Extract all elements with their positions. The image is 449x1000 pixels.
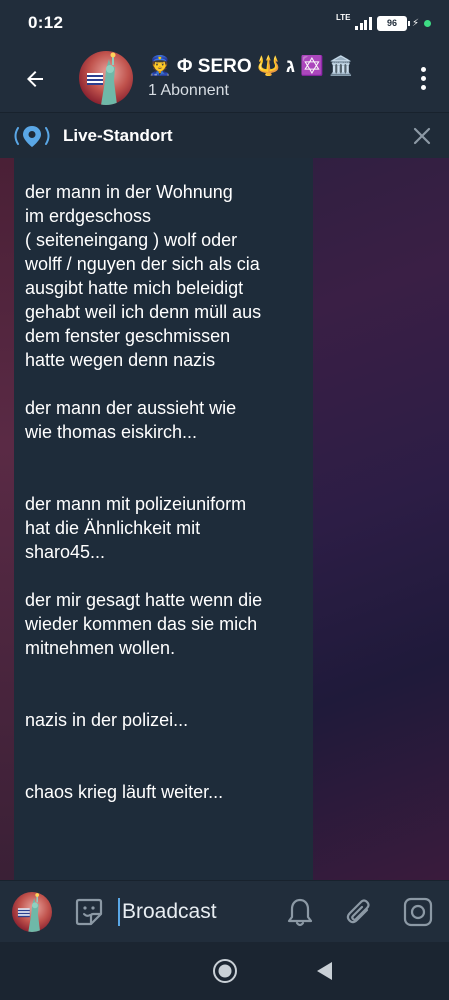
charging-icon: ⚡	[411, 17, 419, 29]
channel-avatar[interactable]	[79, 51, 133, 105]
broadcast-input[interactable]: Broadcast	[118, 898, 268, 926]
location-pin-icon	[14, 126, 50, 147]
paperclip-icon[interactable]	[343, 896, 375, 928]
message-paragraph: nazis in der polizei...	[25, 710, 189, 730]
menu-dot	[420, 75, 426, 81]
back-button[interactable]	[20, 64, 50, 94]
menu-dot	[420, 84, 426, 90]
close-icon[interactable]	[411, 125, 433, 147]
live-location-label: Live-Standort	[63, 126, 173, 145]
message-paragraph: der mann mit polizeiuniform hat die Ähnl…	[25, 494, 247, 562]
signal-icon	[355, 16, 372, 30]
status-bar: 0:12 LTE 96 ⚡	[0, 0, 449, 46]
message-paragraph: der mann der aussieht wie wie thomas eis…	[25, 398, 237, 442]
camera-icon[interactable]	[402, 896, 434, 928]
network-type: LTE	[335, 13, 351, 22]
statue-of-liberty-icon	[17, 893, 41, 932]
more-vertical-icon	[420, 66, 426, 72]
sticker-icon[interactable]	[73, 896, 105, 928]
send-as-avatar[interactable]	[12, 892, 52, 932]
more-options-button[interactable]	[413, 63, 433, 93]
battery-level: 96	[386, 18, 397, 28]
bell-icon[interactable]	[285, 896, 315, 928]
message-paragraph: der mir gesagt hatte wenn die wieder kom…	[25, 590, 263, 658]
message-paragraph: chaos krieg läuft weiter...	[25, 782, 224, 802]
chat-area[interactable]: der mann in der Wohnung im erdgeschoss (…	[0, 158, 449, 880]
chat-header: 👮 Φ SERO 🔱 ג ✡️ 🏛️ 1 Abonnent	[0, 46, 449, 112]
channel-title[interactable]: 👮 Φ SERO 🔱 ג ✡️ 🏛️	[148, 54, 353, 78]
triangle-back-icon[interactable]	[314, 960, 336, 982]
battery-icon: 96	[376, 15, 410, 31]
message-paragraph: der mann in der Wohnung im erdgeschoss (…	[25, 182, 262, 370]
home-circle-icon[interactable]	[212, 958, 238, 984]
message-bubble[interactable]: der mann in der Wohnung im erdgeschoss (…	[14, 158, 313, 880]
status-indicators: LTE 96 ⚡	[335, 13, 431, 31]
subscriber-count: 1 Abonnent	[148, 82, 229, 99]
live-location-bar[interactable]: Live-Standort	[0, 112, 449, 158]
statue-of-liberty-icon	[87, 52, 117, 105]
arrow-left-icon	[27, 71, 43, 87]
system-nav-bar	[0, 942, 449, 1000]
status-time: 0:12	[28, 13, 64, 32]
privacy-dot-icon	[424, 19, 431, 27]
message-input-bar: Broadcast	[0, 880, 449, 942]
